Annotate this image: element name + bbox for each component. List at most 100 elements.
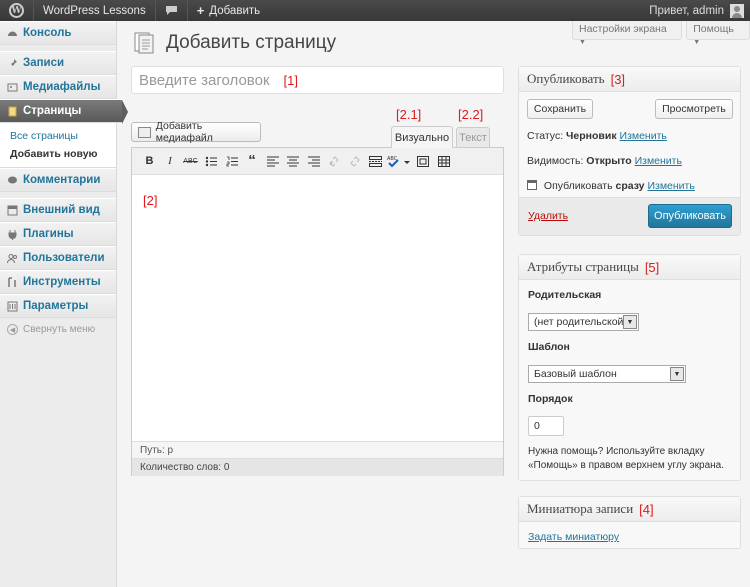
comments-button[interactable]	[156, 0, 187, 21]
parent-select[interactable]: (нет родительской) ▼	[528, 313, 639, 331]
greeting: Привет, admin	[649, 4, 724, 17]
parent-select-value: (нет родительской)	[534, 316, 627, 328]
template-select[interactable]: Базовый шаблон ▼	[528, 365, 686, 383]
site-name-link[interactable]: WordPress Lessons	[34, 0, 155, 21]
parent-label: Родительская	[528, 289, 602, 301]
chevron-down-icon: ▼	[670, 367, 684, 381]
editor-toolbar: B I ABC “ ABC	[132, 148, 503, 175]
sidebar-item-label: Записи	[23, 57, 65, 69]
align-right-button[interactable]	[304, 152, 323, 171]
annotation-visual-tab: [2.1]	[396, 107, 422, 122]
sidebar-item-pages[interactable]: Страницы	[0, 99, 128, 124]
featured-image-title: Миниатюра записи	[527, 501, 634, 516]
order-label: Порядок	[528, 393, 573, 405]
schedule-value: сразу	[615, 180, 645, 192]
users-icon	[7, 253, 17, 263]
set-thumbnail-row: Задать миниатюру	[528, 531, 619, 543]
account-menu[interactable]: Привет, admin	[649, 3, 750, 18]
screen-options-label: Настройки экрана	[579, 23, 667, 35]
order-input[interactable]: 0	[528, 416, 564, 436]
speech-bubble-icon	[165, 6, 177, 15]
title-input[interactable]: Введите заголовок [1]	[131, 66, 504, 94]
bold-button[interactable]: B	[140, 152, 159, 171]
help-button[interactable]: Помощь ▼	[686, 21, 750, 46]
save-draft-button[interactable]: Сохранить	[527, 99, 593, 119]
sidebar-item-label: Внешний вид	[23, 204, 100, 216]
editor-content-area[interactable]: [2]	[132, 175, 503, 441]
avatar	[730, 3, 744, 18]
fullscreen-icon	[417, 155, 429, 167]
submenu-add-new[interactable]: Добавить новую	[0, 145, 116, 163]
page-attributes-title: Атрибуты страницы	[527, 259, 639, 274]
numbered-list-button[interactable]	[222, 152, 241, 171]
spellcheck-button[interactable]: ABC	[386, 152, 412, 171]
publish-actions: Удалить Опубликовать	[519, 197, 740, 235]
strikethrough-button[interactable]: ABC	[181, 152, 200, 171]
fullscreen-button[interactable]	[414, 152, 433, 171]
page-attributes-header[interactable]: Атрибуты страницы [5]	[519, 255, 740, 280]
sidebar-item-posts[interactable]: Записи	[0, 51, 116, 75]
tab-visual[interactable]: Визуально	[391, 126, 453, 148]
collapse-menu-button[interactable]: ◀ Свернуть меню	[0, 318, 116, 335]
sidebar-item-label: Параметры	[23, 300, 89, 312]
spellcheck-icon: ABC	[387, 156, 410, 167]
schedule-row: Опубликовать сразу Изменить	[527, 180, 695, 192]
blockquote-button[interactable]: “	[243, 152, 262, 171]
sidebar-item-label: Инструменты	[23, 276, 101, 288]
set-featured-image-link[interactable]: Задать миниатюру	[528, 531, 619, 543]
bullet-list-button[interactable]	[202, 152, 221, 171]
kitchen-sink-button[interactable]	[434, 152, 453, 171]
sidebar-item-plugins[interactable]: Плагины	[0, 222, 116, 246]
template-select-value: Базовый шаблон	[534, 368, 617, 380]
submenu-all-pages[interactable]: Все страницы	[0, 127, 116, 145]
sidebar-item-comments[interactable]: Комментарии	[0, 168, 116, 192]
sidebar-item-tools[interactable]: Инструменты	[0, 270, 116, 294]
dropdown-arrow-icon: ▼	[579, 39, 586, 46]
featured-image-box: Миниатюра записи [4] Задать миниатюру	[518, 496, 741, 549]
kitchen-sink-icon	[437, 155, 450, 167]
media-upload-icon	[138, 126, 151, 138]
sidebar-item-settings[interactable]: Параметры	[0, 294, 116, 318]
align-center-button[interactable]	[284, 152, 303, 171]
pin-icon	[9, 58, 17, 68]
comments-icon	[8, 176, 17, 183]
wordpress-logo-icon: W	[9, 3, 24, 18]
unlink-button[interactable]	[345, 152, 364, 171]
annotation-publish: [3]	[610, 71, 626, 87]
edit-visibility-link[interactable]: Изменить	[635, 155, 682, 167]
content-editor: B I ABC “ ABC [2] Путь: p Количество сло	[131, 147, 504, 476]
featured-image-header[interactable]: Миниатюра записи [4]	[519, 497, 740, 522]
wordpress-logo-button[interactable]: W	[0, 0, 33, 21]
bullet-list-icon	[205, 156, 217, 166]
publish-button[interactable]: Опубликовать	[648, 204, 732, 228]
admin-sidebar: Консоль Записи Медиафайлы Страницы Все с…	[0, 21, 128, 587]
status-value: Черновик	[566, 130, 617, 142]
sidebar-item-dashboard[interactable]: Консоль	[0, 21, 116, 45]
media-icon	[7, 83, 18, 91]
insert-link-button[interactable]	[325, 152, 344, 171]
edit-schedule-link[interactable]: Изменить	[647, 180, 694, 192]
publish-box-header[interactable]: Опубликовать [3]	[519, 67, 740, 92]
add-new-menu[interactable]: + Добавить	[188, 0, 269, 21]
plus-icon: +	[196, 3, 205, 18]
add-media-button[interactable]: Добавить медиафайл	[131, 120, 261, 144]
align-left-button[interactable]	[263, 152, 282, 171]
sidebar-item-users[interactable]: Пользователи	[0, 246, 116, 270]
preview-button[interactable]: Просмотреть	[655, 99, 733, 119]
editor-path: Путь: p	[132, 441, 503, 458]
screen-options-button[interactable]: Настройки экрана ▼	[572, 21, 683, 46]
edit-status-link[interactable]: Изменить	[620, 130, 667, 142]
italic-button[interactable]: I	[161, 152, 180, 171]
dropdown-arrow-icon: ▼	[693, 39, 701, 46]
annotation-title: [1]	[283, 72, 298, 88]
annotation-editor: [2]	[143, 193, 158, 208]
tab-text[interactable]: Текст	[456, 127, 490, 148]
align-left-icon	[266, 156, 279, 166]
delete-link[interactable]: Удалить	[528, 210, 568, 222]
visibility-value: Открыто	[586, 155, 632, 167]
sidebar-item-appearance[interactable]: Внешний вид	[0, 198, 116, 222]
insert-more-button[interactable]	[366, 152, 385, 171]
page-attributes-box: Атрибуты страницы [5] Родительская (нет …	[518, 254, 741, 481]
help-label: Помощь	[693, 23, 734, 35]
sidebar-item-media[interactable]: Медиафайлы	[0, 75, 116, 99]
